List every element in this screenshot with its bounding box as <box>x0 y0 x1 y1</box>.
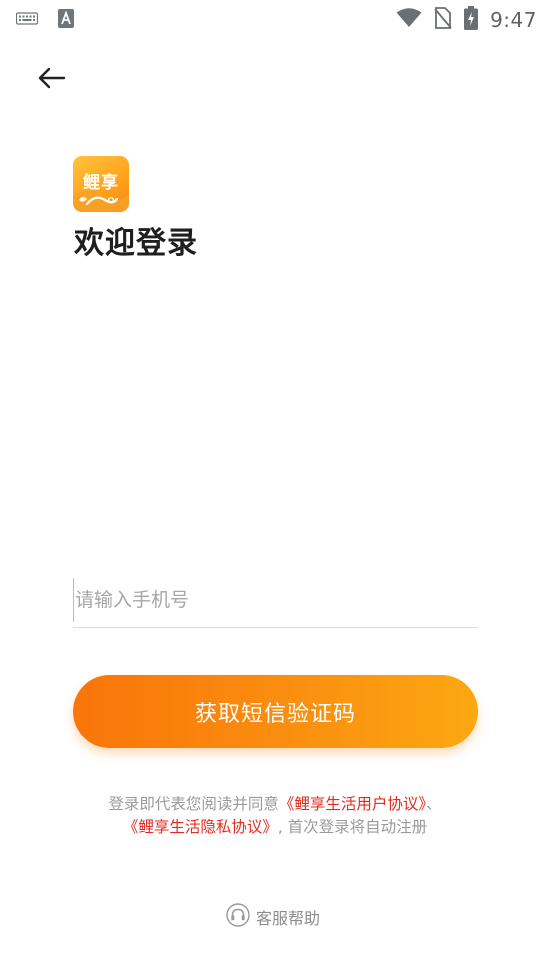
no-sim-icon <box>434 7 452 33</box>
agreement-suffix: , 首次登录将自动注册 <box>277 818 428 836</box>
page-title: 欢迎登录 <box>74 226 198 261</box>
status-time: 9:47 <box>490 8 537 32</box>
help-label: 客服帮助 <box>256 909 321 928</box>
app-logo: 鲤享 <box>73 156 129 212</box>
get-sms-code-button[interactable]: 获取短信验证码 <box>73 675 478 748</box>
back-button[interactable] <box>30 62 72 98</box>
battery-charging-icon <box>464 6 479 34</box>
agreement-text: 登录即代表您阅读并同意《鲤享生活用户协议》、《鲤享生活隐私协议》, 首次登录将自… <box>60 793 490 839</box>
user-agreement-link[interactable]: 《鲤享生活用户协议》 <box>279 795 426 813</box>
phone-field <box>73 570 478 628</box>
agreement-separator: 、 <box>426 795 442 813</box>
customer-service-help[interactable]: 客服帮助 <box>226 903 320 931</box>
status-bar: 9:47 <box>0 0 551 38</box>
logo-text: 鲤享 <box>83 173 119 193</box>
arrow-left-icon <box>36 66 66 94</box>
text-input-icon <box>58 9 74 32</box>
headset-icon <box>226 903 250 931</box>
privacy-policy-link[interactable]: 《鲤享生活隐私协议》 <box>123 818 278 836</box>
agreement-prefix: 登录即代表您阅读并同意 <box>108 795 279 813</box>
login-screen: 9:47 鲤享 欢迎登录 获取短信验证码 登录即代表您阅读并同意《鲤享生活用户协… <box>0 0 551 979</box>
wifi-icon <box>396 8 422 32</box>
keyboard-icon <box>15 11 39 30</box>
phone-input[interactable] <box>73 578 478 622</box>
